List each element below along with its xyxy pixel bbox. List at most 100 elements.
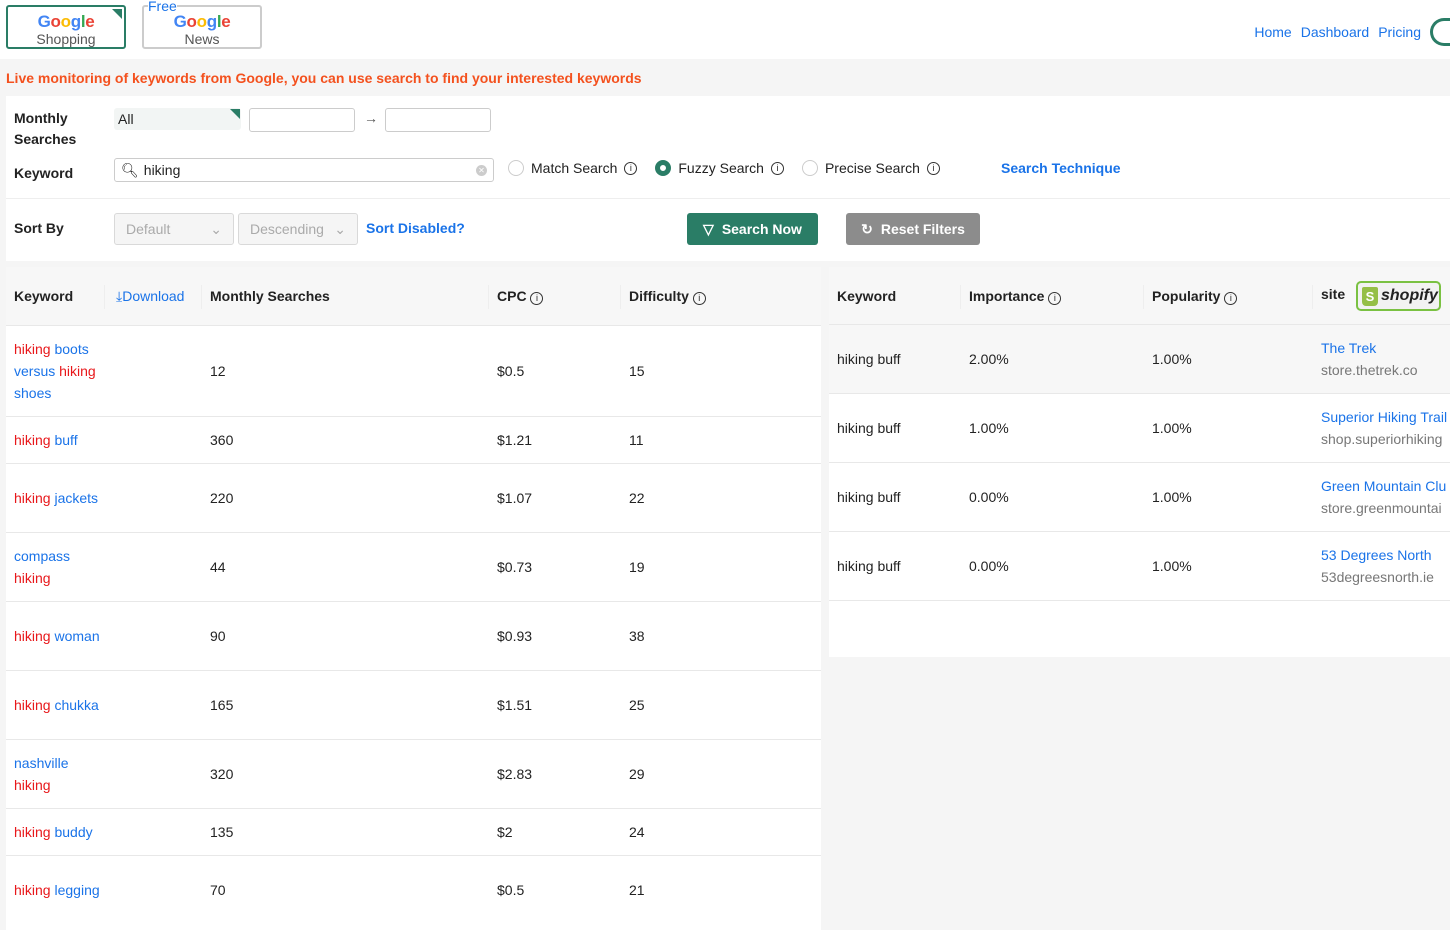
info-icon[interactable]: i — [693, 292, 706, 305]
site-name-link[interactable]: Green Mountain Clu — [1321, 475, 1446, 497]
cpc-cell: $1.21 — [497, 429, 532, 451]
keyword-link[interactable]: hiking boots versus hiking shoes — [14, 338, 102, 404]
site-name-link[interactable]: 53 Degrees North — [1321, 544, 1434, 566]
importance-cell: 0.00% — [969, 555, 1009, 577]
sort-disabled-link[interactable]: Sort Disabled? — [366, 220, 465, 236]
shopify-label: shopify — [1381, 287, 1438, 305]
keyword-cell: hiking buff — [837, 555, 901, 577]
search-technique-link[interactable]: Search Technique — [1001, 160, 1121, 176]
tab-label: News — [144, 32, 260, 46]
nav-dashboard[interactable]: Dashboard — [1301, 24, 1370, 40]
shopify-bag-icon: S — [1362, 287, 1378, 306]
keyword-word: hiking — [14, 824, 51, 840]
keyword-word: hiking — [59, 363, 96, 379]
selected-corner-icon — [230, 109, 240, 119]
keyword-link[interactable]: hiking woman — [14, 625, 102, 647]
keyword-word: versus — [14, 363, 55, 379]
table-row: hiking boots versus hiking shoes 12$0.51… — [6, 325, 821, 416]
search-now-button[interactable]: ▽Search Now — [687, 213, 818, 245]
radio-circle[interactable] — [655, 160, 671, 176]
keyword-link[interactable]: hiking buddy — [14, 821, 102, 843]
keyword-link[interactable]: hiking legging — [14, 879, 102, 901]
filters-panel: Monthly Searches All → Keyword 🔍︎ hiking… — [6, 96, 1450, 261]
download-link[interactable]: ⤓Download — [116, 288, 184, 305]
divider — [1312, 285, 1313, 309]
divider — [620, 285, 621, 309]
reload-icon: ↻ — [861, 221, 873, 238]
table-end — [829, 600, 1450, 601]
table-row: hiking woman 90$0.9338 — [6, 601, 821, 670]
google-news-tab[interactable]: Free Google News — [142, 5, 262, 49]
monthly-searches-select[interactable]: All — [114, 108, 241, 130]
reset-filters-button[interactable]: ↻Reset Filters — [846, 213, 980, 245]
radio-match-search[interactable]: Match Searchi — [508, 160, 637, 176]
info-icon[interactable]: i — [624, 162, 637, 175]
radio-precise-search[interactable]: Precise Search i — [802, 160, 940, 176]
keyword-link[interactable]: compass hiking — [14, 545, 102, 589]
select-value: Default — [126, 221, 170, 237]
keyword-word: hiking — [14, 490, 51, 506]
site-cell: The Trekstore.thetrek.co — [1321, 337, 1418, 381]
sites-table: Keyword Importance i Popularity i site S… — [829, 267, 1450, 657]
table-row: hiking buddy 135$224 — [6, 808, 821, 855]
radio-circle[interactable] — [802, 160, 818, 176]
difficulty-cell: 11 — [629, 429, 644, 451]
info-icon[interactable]: i — [1224, 292, 1237, 305]
sort-field-select[interactable]: Default ⌄ — [114, 213, 234, 245]
nav-pricing[interactable]: Pricing — [1378, 24, 1421, 40]
keyword-word: buddy — [54, 824, 92, 840]
site-name-link[interactable]: Superior Hiking Trail — [1321, 406, 1447, 428]
info-icon[interactable]: i — [1048, 292, 1061, 305]
keyword-word: hiking — [14, 777, 51, 793]
cpc-cell: $1.51 — [497, 694, 532, 716]
divider — [201, 285, 202, 309]
popularity-cell: 1.00% — [1152, 348, 1192, 370]
shopify-logo[interactable]: S shopify — [1356, 281, 1441, 311]
keyword-link[interactable]: hiking buff — [14, 429, 102, 451]
max-searches-input[interactable] — [385, 108, 491, 132]
radio-label: Precise Search — [825, 160, 920, 176]
table-row: hiking buff1.00%1.00%Superior Hiking Tra… — [829, 393, 1450, 462]
monthly-searches-cell: 360 — [210, 429, 233, 451]
site-cell: 53 Degrees North53degreesnorth.ie — [1321, 544, 1434, 588]
popularity-cell: 1.00% — [1152, 486, 1192, 508]
info-icon[interactable]: i — [927, 162, 940, 175]
keyword-word: hiking — [14, 628, 51, 644]
monthly-searches-cell: 90 — [210, 625, 226, 647]
min-searches-input[interactable] — [249, 108, 355, 132]
keyword-link[interactable]: hiking chukka — [14, 694, 102, 716]
difficulty-cell: 38 — [629, 625, 645, 647]
chevron-down-icon: ⌄ — [334, 221, 346, 237]
radio-fuzzy-search[interactable]: Fuzzy Searchi — [655, 160, 784, 176]
keyword-cell: hiking buff — [837, 348, 901, 370]
table-row: compass hiking 44$0.7319 — [6, 532, 821, 601]
sort-order-select[interactable]: Descending⌄ — [238, 213, 358, 245]
keyword-value: hiking — [144, 162, 181, 178]
search-icon: 🔍︎ — [121, 162, 139, 179]
avatar[interactable] — [1430, 18, 1450, 46]
site-name-link[interactable]: The Trek — [1321, 337, 1418, 359]
keyword-word: hiking — [14, 570, 51, 586]
divider — [104, 285, 105, 309]
info-icon[interactable]: i — [771, 162, 784, 175]
google-shopping-tab[interactable]: Google Shopping — [6, 5, 126, 49]
col-importance: Importance i — [969, 288, 1061, 305]
chevron-down-icon: ⌄ — [210, 221, 222, 237]
keyword-link[interactable]: hiking jackets — [14, 487, 102, 509]
radio-circle[interactable] — [508, 160, 524, 176]
site-cell: Green Mountain Clustore.greenmountai — [1321, 475, 1446, 519]
col-keyword: Keyword — [14, 288, 73, 304]
keyword-word: compass — [14, 548, 70, 564]
free-badge: Free — [148, 0, 177, 13]
nav-home[interactable]: Home — [1254, 24, 1291, 40]
col-site: site — [1321, 286, 1345, 302]
clear-icon[interactable]: ✕ — [476, 165, 487, 176]
keyword-link[interactable]: nashville hiking — [14, 752, 102, 796]
info-icon[interactable]: i — [530, 292, 543, 305]
difficulty-cell: 19 — [629, 556, 645, 578]
table-row: hiking buff0.00%1.00%53 Degrees North53d… — [829, 531, 1450, 600]
keyword-word: chukka — [54, 697, 98, 713]
keyword-word: hiking — [14, 432, 51, 448]
keyword-search-input[interactable]: 🔍︎ hiking ✕ — [114, 158, 494, 182]
table-header: Keyword ⤓Download Monthly Searches CPC i… — [6, 267, 821, 325]
